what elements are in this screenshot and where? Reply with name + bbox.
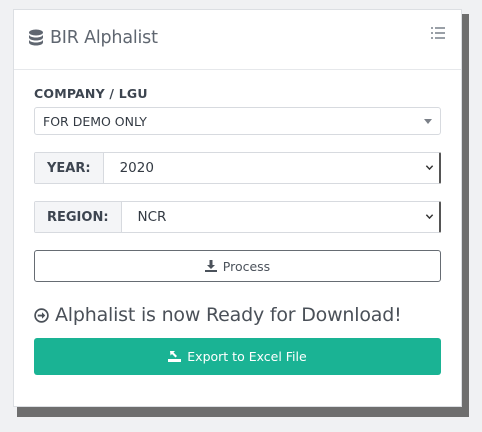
year-input-group: YEAR: 2020 — [34, 152, 441, 184]
region-select[interactable]: NCR — [122, 202, 439, 232]
company-label: COMPANY / LGU — [34, 86, 148, 101]
database-icon — [29, 29, 43, 45]
list-icon[interactable] — [431, 27, 445, 39]
process-button-label: Process — [222, 258, 271, 274]
caret-down-icon — [424, 119, 432, 124]
download-icon — [204, 260, 217, 272]
year-label: YEAR: — [35, 153, 104, 183]
company-select-value: FOR DEMO ONLY — [43, 113, 147, 129]
panel-body: COMPANY / LGU FOR DEMO ONLY YEAR: 2020 R… — [34, 86, 441, 375]
arrow-circle-right-icon — [34, 307, 49, 323]
chevron-down-icon — [425, 214, 434, 220]
export-excel-button[interactable]: Export to Excel File — [34, 338, 441, 375]
company-select[interactable]: FOR DEMO ONLY — [34, 107, 441, 135]
panel-title-text: BIR Alphalist — [50, 28, 158, 48]
region-label: REGION: — [35, 202, 122, 232]
alphalist-panel: BIR Alphalist COMPANY / LGU FOR DEMO ONL… — [13, 9, 462, 407]
export-button-label: Export to Excel File — [187, 349, 307, 364]
region-select-value: NCR — [137, 209, 167, 225]
ready-status: Alphalist is now Ready for Download! — [34, 304, 441, 326]
panel-title: BIR Alphalist — [28, 28, 158, 48]
region-input-group: REGION: NCR — [34, 201, 441, 233]
panel-header: BIR Alphalist — [14, 10, 461, 70]
year-select[interactable]: 2020 — [104, 153, 439, 183]
year-select-value: 2020 — [119, 160, 154, 176]
chevron-down-icon — [425, 165, 434, 171]
export-icon — [168, 351, 182, 362]
ready-status-text: Alphalist is now Ready for Download! — [55, 304, 402, 326]
process-button[interactable]: Process — [34, 250, 441, 282]
